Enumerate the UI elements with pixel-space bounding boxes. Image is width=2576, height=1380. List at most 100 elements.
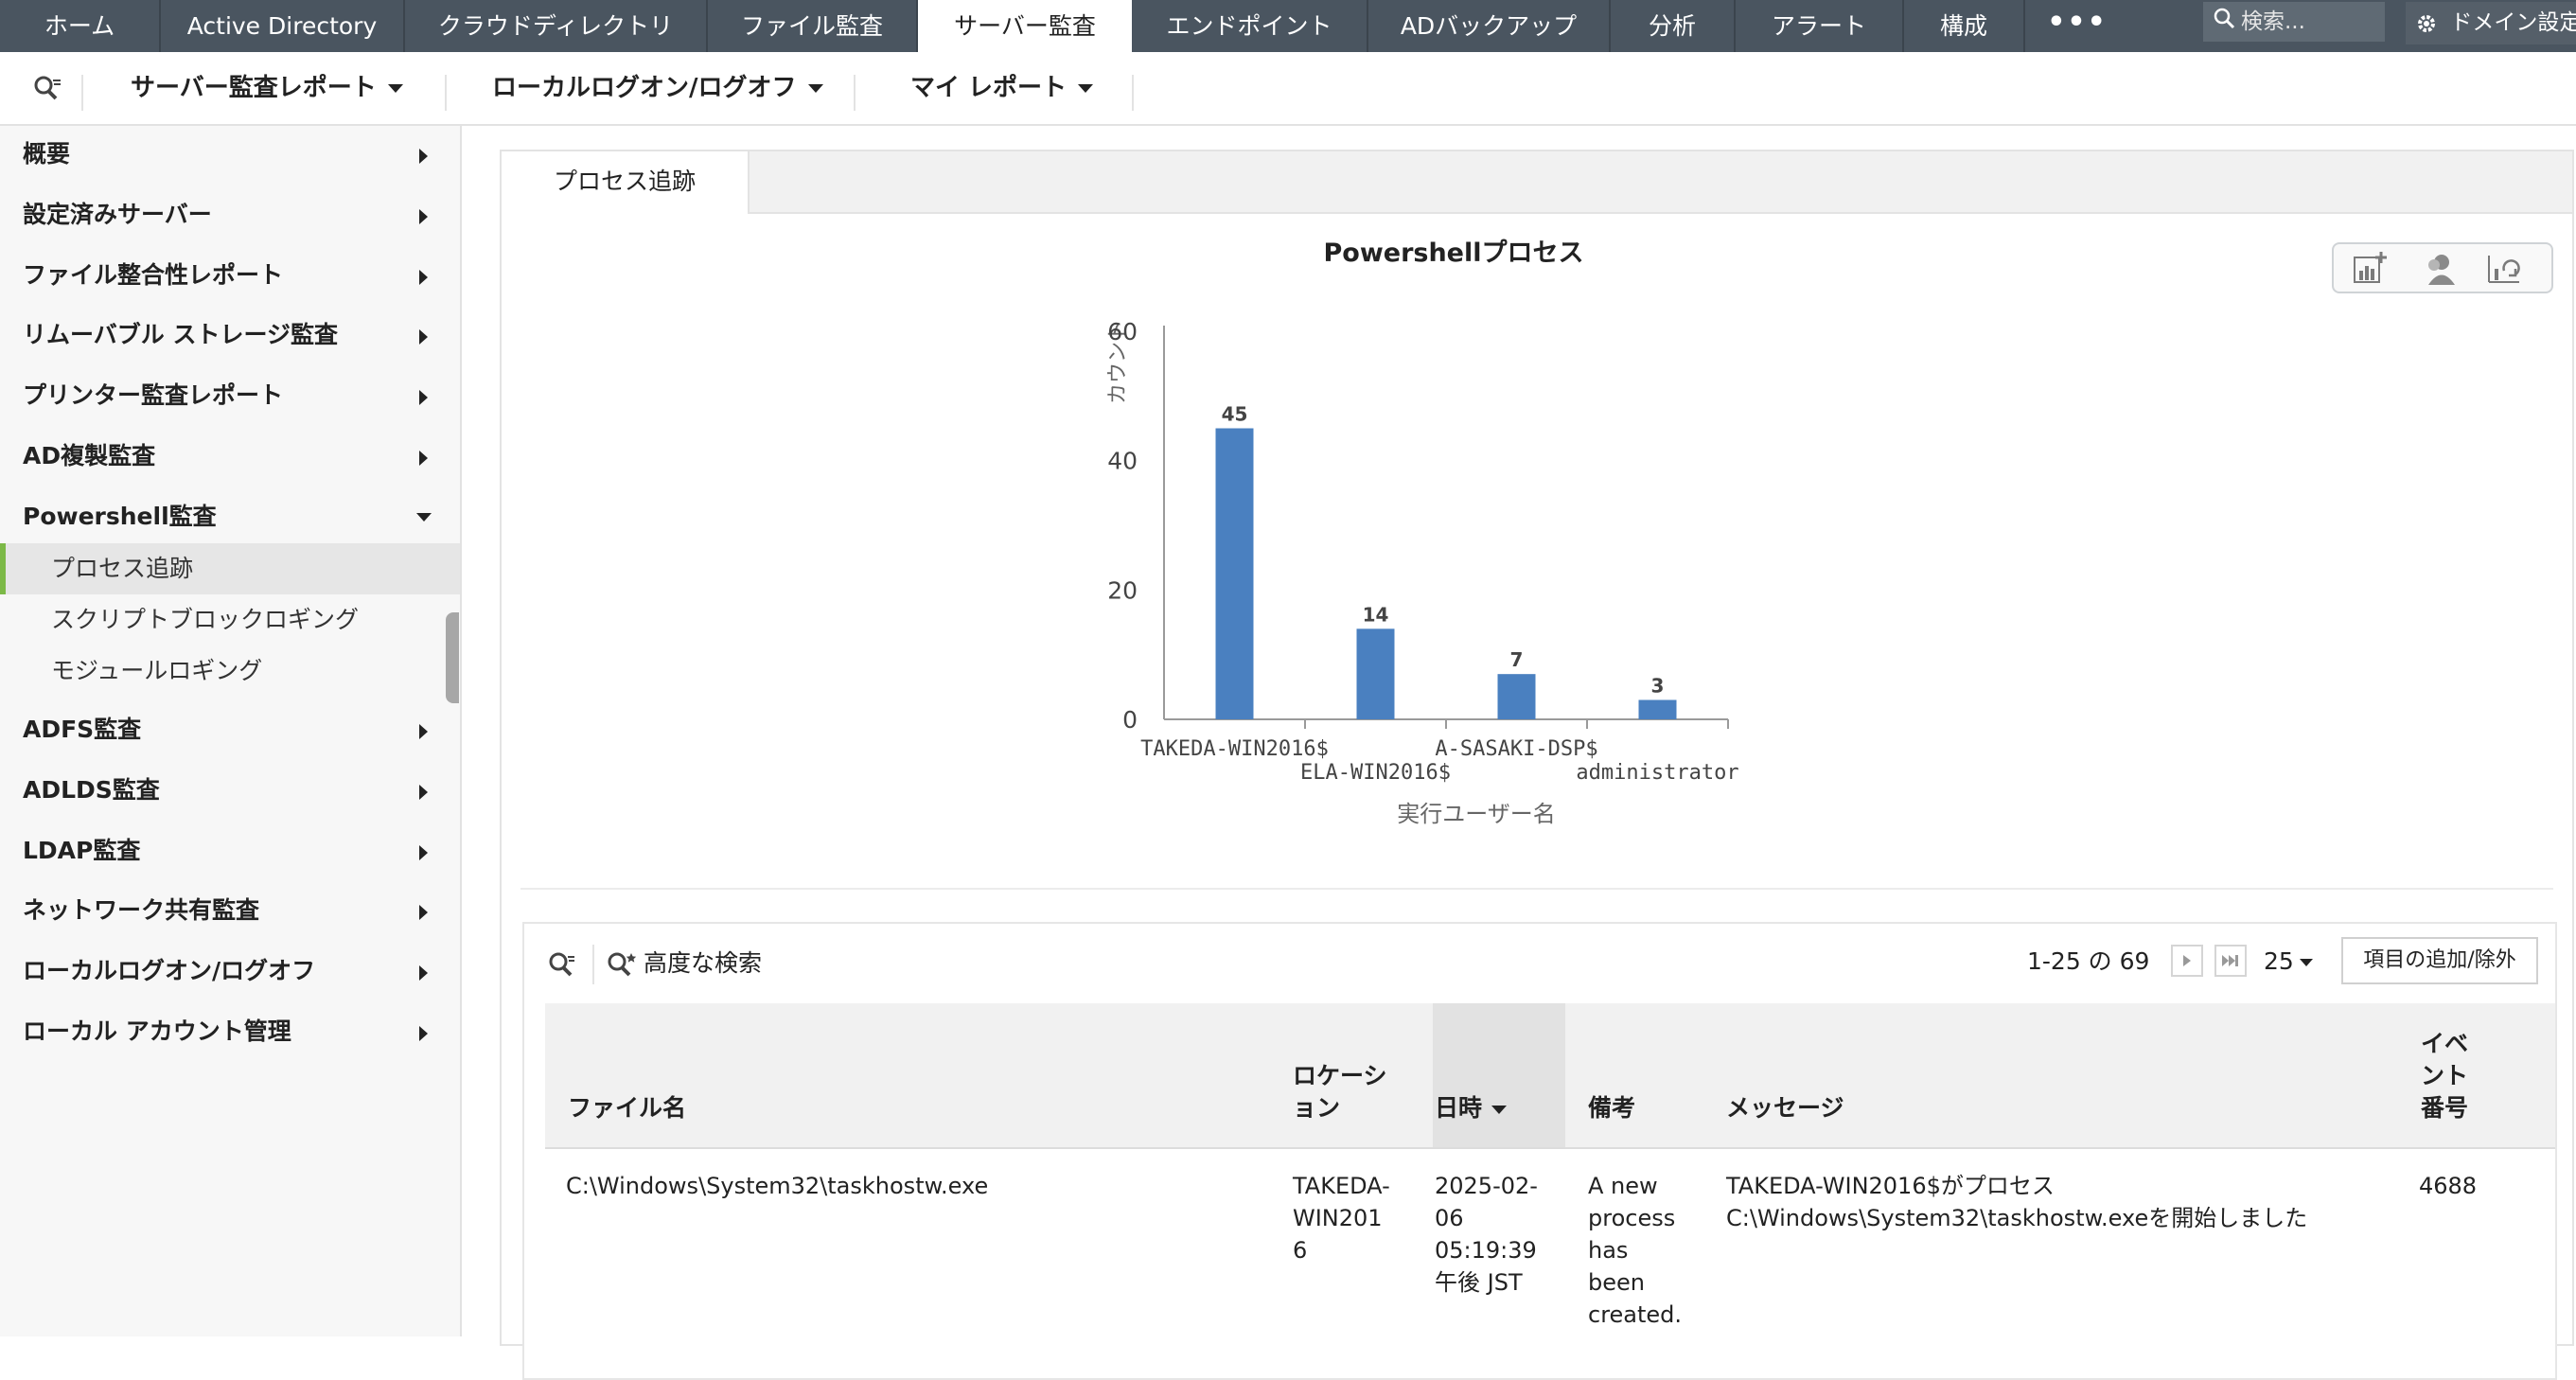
sidebar-item-overview[interactable]: 概要 [0, 126, 460, 183]
tab-server-audit[interactable]: サーバー監査 [918, 0, 1132, 52]
chevron-right-icon [419, 724, 428, 739]
pager-info: 1-25 の 69 [2027, 947, 2150, 975]
server-audit-reports-dropdown[interactable]: サーバー監査レポート [131, 71, 403, 105]
y-tick-label: 40 [1107, 448, 1138, 475]
cell-datetime: 2025-02-06 05:19:39 午後 JST [1435, 1173, 1538, 1296]
tab-file-audit[interactable]: ファイル監査 [708, 0, 918, 52]
domain-settings-button[interactable]: ドメイン設定 [2406, 2, 2576, 44]
column-header-datetime[interactable]: 日時 [1435, 1092, 1508, 1124]
sidebar-item-configured-servers[interactable]: 設定済みサーバー [0, 186, 460, 243]
x-tick-label: TAKEDA-WIN2016$ [1140, 737, 1329, 761]
page-size-select[interactable]: 25 [2264, 943, 2313, 981]
y-tick-label: 0 [1122, 706, 1138, 734]
chevron-right-icon [419, 451, 428, 466]
next-page-button[interactable] [2171, 945, 2203, 977]
chevron-right-icon [419, 965, 428, 981]
sidebar-item-local-account-mgmt[interactable]: ローカル アカウント管理 [0, 1003, 460, 1060]
chart-bars: 45 TAKEDA-WIN2016$ 14 ELA-WIN2016$ 7 A-SASAKI… [1140, 403, 1738, 786]
table-header: ファイル名 ロケーション 日時 備考 メッセージ イベント番号 [545, 1003, 2555, 1149]
sidebar-item-file-integrity[interactable]: ファイル整合性レポート [0, 247, 460, 304]
column-header-file-name[interactable]: ファイル名 [568, 1092, 686, 1124]
sidebar-item-adfs-audit[interactable]: ADFS監査 [0, 701, 460, 758]
toolbar-divider [854, 75, 856, 111]
global-search-input[interactable]: 検索... [2203, 2, 2385, 42]
tab-cloud-directory[interactable]: クラウドディレクトリ [405, 0, 708, 52]
sidebar-collapse-handle[interactable] [446, 612, 459, 703]
column-header-message[interactable]: メッセージ [1726, 1092, 1844, 1124]
user-icon[interactable] [2421, 252, 2459, 286]
chart-title: Powershellプロセス [1323, 239, 1583, 268]
content-tabstrip: プロセス追跡 [502, 151, 2572, 214]
sidebar: 概要 設定済みサーバー ファイル整合性レポート リムーバブル ストレージ監査 プ… [0, 126, 462, 1336]
sidebar-item-network-share-audit[interactable]: ネットワーク共有監査 [0, 882, 460, 939]
add-chart-icon[interactable] [2351, 252, 2389, 286]
tab-configuration[interactable]: 構成 [1904, 0, 2025, 52]
tab-ad-backup[interactable]: ADバックアップ [1368, 0, 1611, 52]
bar-data-label: 14 [1363, 603, 1389, 626]
report-search-icon[interactable] [30, 73, 64, 107]
powershell-process-chart: Powershellプロセス カウント 実行ユーザー名 0204060 45TA… [1106, 239, 1739, 827]
column-header-remarks[interactable]: 備考 [1588, 1092, 1635, 1124]
chart-x-axis-label: 実行ユーザー名 [1397, 801, 1556, 827]
caret-down-icon [387, 84, 403, 93]
grid-search-icon[interactable] [545, 948, 577, 981]
cell-event-number: 4688 [2419, 1173, 2478, 1199]
tab-alerts[interactable]: アラート [1736, 0, 1904, 52]
local-logon-dropdown[interactable]: ローカルログオン/ログオフ [492, 71, 823, 105]
tab-active-directory[interactable]: Active Directory [161, 0, 405, 52]
advanced-search-icon [608, 952, 637, 977]
toolbar-divider [445, 75, 447, 111]
add-remove-columns-button[interactable]: 項目の追加/除外 [2341, 937, 2538, 984]
sidebar-item-removable-storage[interactable]: リムーバブル ストレージ監査 [0, 307, 460, 363]
chevron-right-icon [419, 209, 428, 224]
cell-file-name: C:\Windows\System32\taskhostw.exe [566, 1173, 989, 1199]
sort-desc-icon [1491, 1105, 1508, 1114]
tab-endpoint[interactable]: エンドポイント [1132, 0, 1368, 52]
cell-location: TAKEDA-WIN2016 [1293, 1173, 1390, 1264]
chevron-right-icon [419, 390, 428, 405]
sidebar-item-ldap-audit[interactable]: LDAP監査 [0, 823, 460, 879]
sidebar-item-ad-replication[interactable]: AD複製監査 [0, 428, 460, 485]
chevron-right-icon [419, 1026, 428, 1041]
column-header-event-number[interactable]: イベント番号 [2421, 1028, 2474, 1124]
my-reports-dropdown[interactable]: マイ レポート [910, 71, 1094, 105]
chart-bar[interactable] [1356, 628, 1395, 719]
caret-down-icon [807, 84, 823, 93]
tab-analytics[interactable]: 分析 [1611, 0, 1736, 52]
y-tick-label: 60 [1107, 318, 1138, 345]
chart-bar[interactable] [1215, 428, 1254, 720]
cell-remarks: A new process has been created. [1588, 1173, 1683, 1328]
sidebar-subitem-script-block-logging[interactable]: スクリプトブロックロギング [0, 594, 460, 646]
toolbar-divider [81, 75, 83, 111]
cell-message: TAKEDA-WIN2016$がプロセス C:\Windows\System32… [1726, 1173, 2308, 1231]
report-toolbar: サーバー監査レポート ローカルログオン/ログオフ マイ レポート [0, 52, 2576, 126]
grid-toolbar-divider [592, 945, 594, 984]
more-tabs-button[interactable]: ••• [2025, 0, 2129, 52]
sidebar-item-printer-audit[interactable]: プリンター監査レポート [0, 367, 460, 424]
report-grid: 高度な検索 1-25 の 69 25 項目の追加/除外 ファイル名 ロケーション… [522, 922, 2557, 1380]
chart-divider [520, 888, 2553, 890]
chart-bar[interactable] [1638, 699, 1677, 720]
bar-data-label: 45 [1222, 403, 1248, 426]
sidebar-item-adlds-audit[interactable]: ADLDS監査 [0, 762, 460, 819]
top-navigation: ホーム Active Directory クラウドディレクトリ ファイル監査 サ… [0, 0, 2576, 52]
last-page-button[interactable] [2214, 945, 2247, 977]
refresh-chart-icon[interactable] [2485, 252, 2523, 286]
search-icon [2213, 3, 2241, 43]
sidebar-subitem-module-logging[interactable]: モジュールロギング [0, 646, 460, 697]
tab-home[interactable]: ホーム [0, 0, 161, 52]
toolbar-divider [1132, 75, 1134, 111]
chevron-right-icon [419, 149, 428, 164]
advanced-search-button[interactable]: 高度な検索 [606, 945, 762, 982]
column-header-location[interactable]: ロケーション [1293, 1060, 1387, 1124]
sidebar-subitem-process-tracking[interactable]: プロセス追跡 [0, 543, 460, 594]
sidebar-item-powershell-audit[interactable]: Powershell監査 [0, 488, 460, 545]
chevron-right-icon [419, 905, 428, 920]
tab-process-tracking[interactable]: プロセス追跡 [502, 151, 750, 214]
search-placeholder: 検索... [2241, 9, 2305, 34]
sidebar-item-local-logon[interactable]: ローカルログオン/ログオフ [0, 943, 460, 1000]
x-tick-label: administrator [1576, 761, 1738, 785]
last-page-icon [2222, 955, 2238, 966]
sorted-column-highlight [1433, 1003, 1565, 1147]
chart-bar[interactable] [1497, 674, 1536, 719]
